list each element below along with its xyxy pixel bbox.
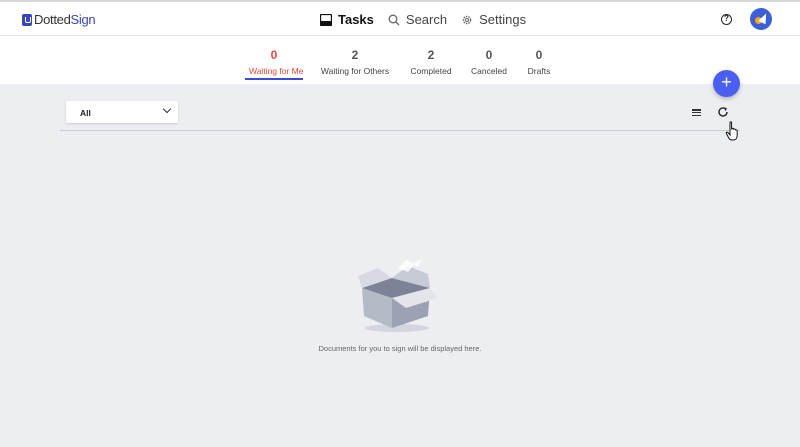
empty-state-message: Documents for you to sign will be displa… [318, 344, 482, 353]
status-tabs-bar: 0 Waiting for Me 2 Waiting for Others 2 … [0, 36, 800, 84]
app-logo[interactable]: DottedSign [22, 12, 96, 27]
empty-box-icon [358, 259, 438, 332]
filter-dropdown[interactable]: All [66, 101, 178, 123]
filter-selected-value: All [80, 108, 91, 118]
add-document-button[interactable]: + [713, 70, 740, 97]
tab-label: Drafts [527, 66, 551, 76]
tab-label: Completed [410, 66, 452, 76]
tab-waiting-for-me[interactable]: 0 Waiting for Me [245, 48, 303, 80]
user-avatar[interactable] [750, 8, 772, 30]
gear-icon [462, 15, 472, 24]
tab-count: 2 [351, 48, 359, 62]
tab-count: 2 [427, 48, 435, 62]
main-nav: Tasks Search Settings [320, 12, 526, 27]
tab-count: 0 [485, 48, 493, 62]
tab-canceled[interactable]: 0 Canceled [465, 48, 513, 80]
logo-text-brand: Sign [70, 12, 96, 27]
logo-text-plain: Dotted [34, 12, 71, 27]
tab-label: Canceled [471, 66, 507, 76]
tab-waiting-for-others[interactable]: 2 Waiting for Others [313, 48, 397, 80]
dottedsign-logo-icon [22, 13, 32, 26]
tab-count: 0 [270, 48, 278, 62]
tab-completed[interactable]: 2 Completed [403, 48, 459, 80]
tab-label: Waiting for Others [320, 66, 390, 76]
tab-drafts[interactable]: 0 Drafts [519, 48, 559, 80]
refresh-icon[interactable] [717, 106, 729, 118]
tab-label: Waiting for Me [249, 66, 304, 76]
help-icon[interactable]: ? [721, 14, 732, 25]
list-view-icon[interactable] [692, 109, 701, 117]
chevron-down-icon [162, 104, 172, 114]
toolbar-divider [60, 130, 740, 131]
search-icon [388, 14, 400, 25]
nav-settings-label: Settings [479, 12, 527, 27]
tab-count: 0 [535, 48, 543, 62]
nav-search-label: Search [405, 12, 448, 27]
nav-settings[interactable]: Settings [461, 12, 526, 27]
status-tabs: 0 Waiting for Me 2 Waiting for Others 2 … [245, 48, 559, 80]
top-navigation: DottedSign Tasks Search Settings ? [0, 0, 800, 36]
nav-tasks[interactable]: Tasks [320, 12, 374, 27]
nav-tasks-label: Tasks [338, 12, 374, 27]
nav-search[interactable]: Search [388, 12, 447, 27]
inbox-icon [320, 13, 332, 26]
hand-pointer-cursor-icon [725, 121, 738, 141]
